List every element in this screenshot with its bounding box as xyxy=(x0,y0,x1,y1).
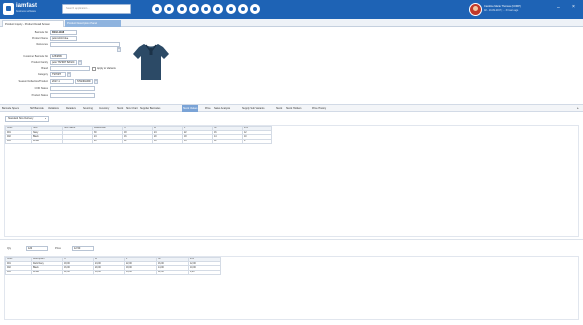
customer-barcode-field[interactable]: 1254896 xyxy=(50,54,67,59)
grid-cell[interactable]: 16 xyxy=(182,138,213,144)
tab-variations[interactable]: Variations xyxy=(48,105,59,112)
stock-grid: Color Size Size Name Warehouse S M L XL … xyxy=(5,125,272,144)
grid-cell[interactable]: 003 xyxy=(5,138,32,144)
tab-price-history[interactable]: Price History xyxy=(312,105,326,112)
reference-lookup-icon[interactable]: ▾ xyxy=(117,47,121,52)
barcode-field[interactable]: RJGI-1198 xyxy=(50,30,77,35)
apply-variants-label: Apply to Variants xyxy=(97,67,116,70)
tab-stock[interactable]: Stock xyxy=(117,105,123,112)
season-extra-field[interactable]: STANDARD xyxy=(75,79,93,84)
price-field[interactable]: 12.50 xyxy=(72,246,94,251)
tab-product-description[interactable]: Product Description Panel xyxy=(65,20,121,27)
quick-actions xyxy=(152,4,261,15)
tab-stock-holders[interactable]: Stock Holders xyxy=(286,105,302,112)
grid-cell[interactable]: 18,00 xyxy=(93,269,125,275)
grid-cell[interactable]: 16,00 xyxy=(124,269,157,275)
bell-icon[interactable] xyxy=(238,4,249,14)
product-image xyxy=(133,44,169,80)
grid-cell[interactable]: 12,00 xyxy=(62,269,94,275)
tab-supply-sub-variants[interactable]: Supply Sub Variants xyxy=(242,105,264,112)
season-field[interactable]: 2017-1 xyxy=(50,79,74,84)
field-label-product-name: Product Name xyxy=(32,37,48,40)
document-tab-bar: Product Inquiry - Product Detail Screen … xyxy=(0,19,583,27)
top-bar: iamfast business software Search applica… xyxy=(0,0,583,19)
cod-status-field[interactable] xyxy=(50,86,95,91)
tab-price[interactable]: Price xyxy=(205,105,211,112)
tab-sourcing[interactable]: Sourcing xyxy=(83,105,93,112)
price-label: Price xyxy=(55,247,61,250)
tab-sales-analysis[interactable]: Sales Analysis xyxy=(214,105,230,112)
grid-cell[interactable]: 003 xyxy=(5,269,32,275)
qty-label: Qty xyxy=(7,247,12,250)
field-label-product-status: Product Status xyxy=(31,94,48,97)
field-label-season: Season/Collection/Product xyxy=(18,80,48,83)
table-row[interactable]: 003 White 12,00 18,00 16,00 12,00 8,00 xyxy=(5,269,221,275)
grid-cell[interactable]: White xyxy=(31,138,63,144)
global-search-input[interactable]: Search application... xyxy=(62,4,131,14)
grid-cell[interactable]: 8,00 xyxy=(188,269,221,275)
field-label-reference: Reference xyxy=(36,43,48,46)
user-avatar[interactable] xyxy=(469,3,482,16)
doc-icon[interactable] xyxy=(213,4,224,14)
field-label-product-family: Product Family xyxy=(31,61,48,64)
tab-product-inquiry[interactable]: Product Inquiry - Product Detail Screen xyxy=(2,20,64,27)
user-name: Caroline Marie Thomas (CORP) xyxy=(484,5,521,8)
field-label-category: Category xyxy=(37,73,48,76)
category-field[interactable]: TSHIRT xyxy=(50,72,66,77)
field-label-brand: Brand xyxy=(41,67,48,70)
section-divider xyxy=(0,239,583,240)
variant-select[interactable]: Standard Size Delivery xyxy=(5,116,49,122)
tabs-scroll-icon[interactable]: ▸ xyxy=(573,104,583,112)
mail-icon[interactable] xyxy=(225,4,236,14)
detail-tab-strip: Barcode Specs SM Barcode Variations Reta… xyxy=(0,104,583,112)
qty-field[interactable]: 120 xyxy=(26,246,48,251)
tab-supplier-barcodes[interactable]: Supplier Barcodes xyxy=(140,105,160,112)
grid-cell[interactable]: 12 xyxy=(122,138,153,144)
field-label-cod-status: COD Status xyxy=(34,87,48,90)
apply-variants-checkbox[interactable] xyxy=(92,67,96,71)
product-status-field[interactable] xyxy=(50,93,95,98)
tab-size-chart[interactable]: Size Chart xyxy=(126,105,138,112)
logo-icon xyxy=(3,3,14,15)
tab-stock-values[interactable]: Stock Values xyxy=(182,105,199,112)
grid-cell[interactable]: 18 xyxy=(152,138,183,144)
logo-name: iamfast xyxy=(16,3,38,9)
settings-icon[interactable] xyxy=(250,4,261,14)
product-name-field[interactable]: polo tshirt blue xyxy=(50,36,77,41)
grid-cell[interactable]: 12 xyxy=(212,138,243,144)
tab-inventory[interactable]: Inventory xyxy=(99,105,109,112)
brand-field[interactable] xyxy=(50,66,90,71)
grid-cell[interactable] xyxy=(62,138,93,144)
grid-cell[interactable]: 12,00 xyxy=(156,269,189,275)
user-detail: 02 - 10-09-2017 | ... 3 hours ago xyxy=(484,9,519,12)
grid-cell[interactable]: 20 xyxy=(92,138,123,144)
box-icon[interactable] xyxy=(201,4,212,14)
close-icon[interactable]: × xyxy=(572,5,575,10)
table-row[interactable]: 003 White 20 12 18 16 12 8 xyxy=(5,138,272,144)
grid-cell[interactable]: 8 xyxy=(242,138,272,144)
logo-subtitle: business software xyxy=(16,10,37,13)
season-dropdown-icon[interactable]: ▾ xyxy=(94,79,98,84)
field-label-barcode: Barcode No xyxy=(34,31,48,34)
minimize-icon[interactable]: – xyxy=(557,6,560,11)
category-dropdown-icon[interactable]: ▾ xyxy=(67,72,71,77)
chart-icon[interactable] xyxy=(176,4,187,14)
cart-icon[interactable] xyxy=(188,4,199,14)
chevron-down-icon[interactable]: ▾ xyxy=(45,117,48,121)
product-family-field[interactable]: polo TSHIRT BASIC xyxy=(50,60,77,65)
tab-barcode-specs[interactable]: Barcode Specs xyxy=(2,105,19,112)
price-grid: Color Description S M L XL 2XL 001 Dark … xyxy=(5,256,221,275)
tab-stock-2[interactable]: Stock xyxy=(276,105,282,112)
home-icon[interactable] xyxy=(152,4,162,14)
tab-retailers[interactable]: Retailers xyxy=(66,105,76,112)
field-label-customer-barcode: Customer Barcode No xyxy=(23,55,48,58)
user-icon[interactable] xyxy=(164,4,175,14)
product-family-dropdown-icon[interactable]: ▾ xyxy=(78,60,82,65)
grid-cell[interactable]: White xyxy=(31,269,63,275)
reference-field[interactable] xyxy=(50,42,120,47)
tab-sm-barcode[interactable]: SM Barcode xyxy=(30,105,44,112)
app-logo[interactable]: iamfast business software xyxy=(3,3,43,16)
